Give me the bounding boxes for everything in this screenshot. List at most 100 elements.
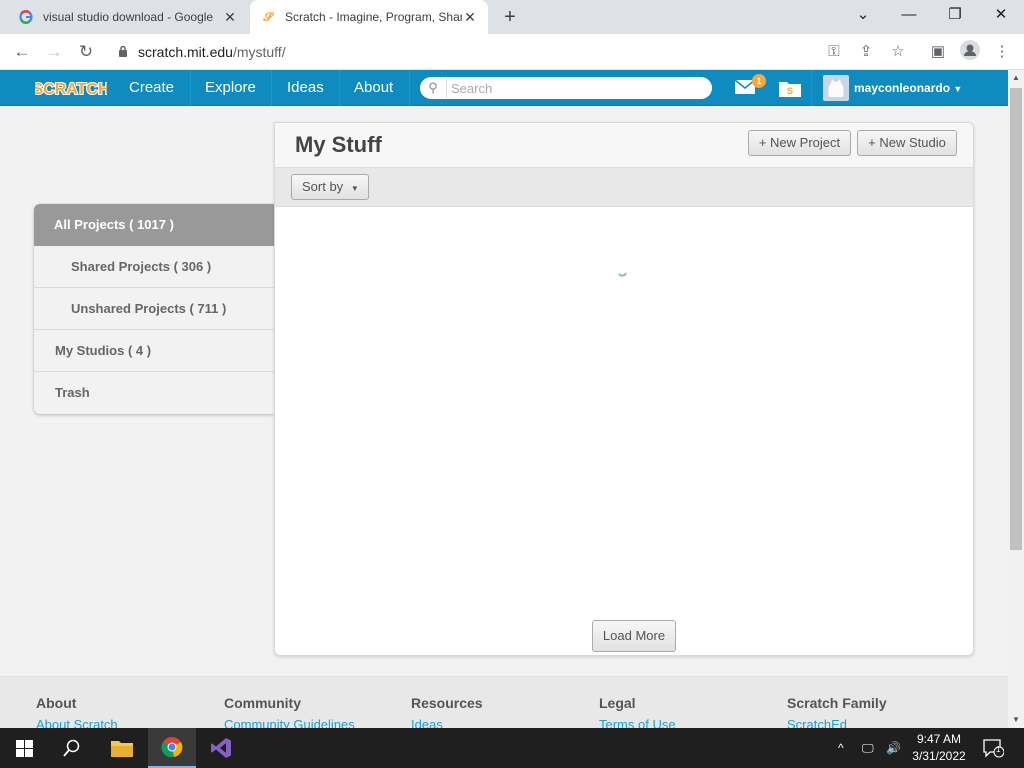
lock-icon	[118, 44, 128, 60]
reload-icon[interactable]: ↻	[74, 40, 98, 64]
new-tab-button[interactable]: +	[498, 5, 522, 29]
avatar[interactable]	[823, 75, 849, 101]
footer-heading: Legal	[599, 695, 636, 711]
nav-divider	[409, 70, 410, 106]
notification-count: 1	[996, 745, 1001, 754]
sidebar-item-all-projects[interactable]: All Projects ( 1017 )	[34, 204, 274, 246]
my-stuff-panel: My Stuff + New Project + New Studio Sort…	[274, 122, 974, 656]
nav-explore[interactable]: Explore	[193, 70, 268, 106]
footer-column-legal: Legal Terms of Use	[599, 695, 676, 728]
nav-ideas[interactable]: Ideas	[275, 70, 336, 106]
footer-heading: Scratch Family	[787, 695, 887, 711]
svg-text:SCRATCH: SCRATCH	[35, 81, 107, 98]
network-icon[interactable]: 🖵	[862, 728, 874, 768]
clock-time: 9:47 AM	[916, 732, 962, 746]
footer-column-about: About About Scratch	[36, 695, 118, 728]
user-menu[interactable]: mayconleonardo ▼	[854, 70, 962, 106]
close-icon[interactable]: ✕	[462, 9, 478, 26]
sort-by-label: Sort by	[302, 179, 344, 194]
sidebar-item-unshared-projects[interactable]: Unshared Projects ( 711 )	[34, 288, 274, 330]
address-bar[interactable]: scratch.mit.edu/mystuff/	[104, 38, 919, 66]
page-scrollbar[interactable]: ▲ ▼	[1008, 70, 1024, 728]
nav-divider	[811, 70, 812, 106]
side-panel-icon[interactable]: ▣	[926, 40, 950, 64]
caret-down-icon: ▼	[953, 84, 963, 94]
scroll-up-arrow-icon[interactable]: ▲	[1008, 70, 1024, 86]
search-icon[interactable]: ⚲	[420, 80, 446, 96]
footer-link[interactable]: Community Guidelines	[224, 717, 355, 728]
key-icon[interactable]: ⚿	[822, 40, 846, 64]
footer-heading: Resources	[411, 695, 483, 711]
minimize-button[interactable]: —	[886, 0, 932, 34]
sort-bar: Sort by ▼	[275, 167, 973, 207]
nav-divider	[339, 70, 340, 106]
search-input[interactable]	[446, 78, 696, 98]
my-stuff-sidebar: All Projects ( 1017 ) Shared Projects ( …	[34, 204, 274, 414]
chevron-down-icon[interactable]: ⌄	[840, 0, 886, 34]
footer-column-resources: Resources Ideas	[411, 695, 483, 728]
visual-studio-icon[interactable]	[197, 728, 245, 768]
show-hidden-icons-chevron-icon[interactable]: ^	[838, 728, 844, 768]
load-more-button[interactable]: Load More	[592, 620, 676, 652]
nav-divider	[271, 70, 272, 106]
notifications-icon[interactable]: 1	[982, 728, 1004, 768]
tab-title: visual studio download - Google	[43, 10, 214, 24]
footer-link[interactable]: About Scratch	[36, 717, 118, 728]
clock-date: 3/31/2022	[912, 749, 966, 763]
footer-column-scratch-family: Scratch Family ScratchEd	[787, 695, 887, 728]
browser-toolbar: ← → ↻ scratch.mit.edu/mystuff/ ⚿ ⇪ ☆ ▣ ⋮	[0, 34, 1024, 70]
footer-heading: Community	[224, 695, 301, 711]
volume-icon[interactable]: 🔊	[886, 728, 901, 768]
loading-spinner-icon	[617, 265, 629, 277]
panel-header: My Stuff + New Project + New Studio	[275, 123, 973, 167]
sidebar-item-my-studios[interactable]: My Studios ( 4 )	[34, 330, 274, 372]
footer-link[interactable]: Ideas	[411, 717, 483, 728]
site-footer: About About Scratch Community Community …	[0, 676, 1008, 728]
footer-column-community: Community Community Guidelines	[224, 695, 355, 728]
system-clock[interactable]: 9:47 AM 3/31/2022	[904, 731, 974, 765]
footer-heading: About	[36, 695, 77, 711]
scroll-down-arrow-icon[interactable]: ▼	[1008, 712, 1024, 728]
username-label: mayconleonardo	[854, 81, 951, 95]
new-project-button[interactable]: + New Project	[748, 130, 851, 156]
profile-icon[interactable]	[958, 40, 982, 64]
footer-link[interactable]: ScratchEd	[787, 717, 887, 728]
windows-taskbar: ^ 🖵 🔊 9:47 AM 3/31/2022 1	[0, 728, 1024, 768]
sort-by-dropdown[interactable]: Sort by ▼	[291, 174, 369, 200]
taskbar-search-icon[interactable]	[48, 728, 96, 768]
bookmark-star-icon[interactable]: ☆	[886, 40, 910, 64]
page-body: All Projects ( 1017 ) Shared Projects ( …	[0, 106, 1008, 676]
chrome-taskbar-icon[interactable]	[148, 728, 196, 768]
scrollbar-thumb[interactable]	[1010, 88, 1022, 550]
file-explorer-icon[interactable]	[98, 728, 146, 768]
nav-about[interactable]: About	[342, 70, 405, 106]
windows-start-icon[interactable]	[0, 728, 48, 768]
url-path: /mystuff/	[232, 44, 286, 60]
caret-down-icon: ▼	[350, 184, 359, 193]
sidebar-item-shared-projects[interactable]: Shared Projects ( 306 )	[34, 246, 274, 288]
new-studio-button[interactable]: + New Studio	[857, 130, 957, 156]
my-stuff-folder-icon[interactable]: S	[778, 78, 802, 103]
sidebar-item-trash[interactable]: Trash	[34, 372, 274, 414]
page-title: My Stuff	[295, 132, 382, 157]
svg-text:S: S	[787, 86, 793, 96]
url-host: scratch.mit.edu	[138, 44, 233, 60]
search-bar: ⚲	[420, 77, 712, 99]
browser-tab-scratch[interactable]: 𝓢 Scratch - Imagine, Program, Shar ✕	[250, 0, 488, 34]
browser-tab-strip: visual studio download - Google ✕ 𝓢 Scra…	[0, 0, 1024, 34]
share-icon[interactable]: ⇪	[854, 40, 878, 64]
nav-create[interactable]: Create	[117, 70, 186, 106]
window-close-button[interactable]: ✕	[978, 0, 1024, 34]
back-arrow-icon[interactable]: ←	[10, 40, 34, 64]
message-count-badge: 1	[752, 74, 766, 88]
close-icon[interactable]: ✕	[222, 9, 238, 26]
google-g-icon	[18, 9, 34, 25]
browser-tab-google[interactable]: visual studio download - Google ✕	[8, 0, 248, 34]
footer-link[interactable]: Terms of Use	[599, 717, 676, 728]
tab-title: Scratch - Imagine, Program, Shar	[285, 10, 462, 24]
restore-button[interactable]: ❐	[932, 0, 978, 34]
kebab-menu-icon[interactable]: ⋮	[990, 40, 1014, 64]
forward-arrow-icon[interactable]: →	[42, 40, 66, 64]
scratch-cat-icon: 𝓢	[263, 9, 273, 24]
scratch-logo[interactable]: SCRATCH	[31, 77, 110, 99]
